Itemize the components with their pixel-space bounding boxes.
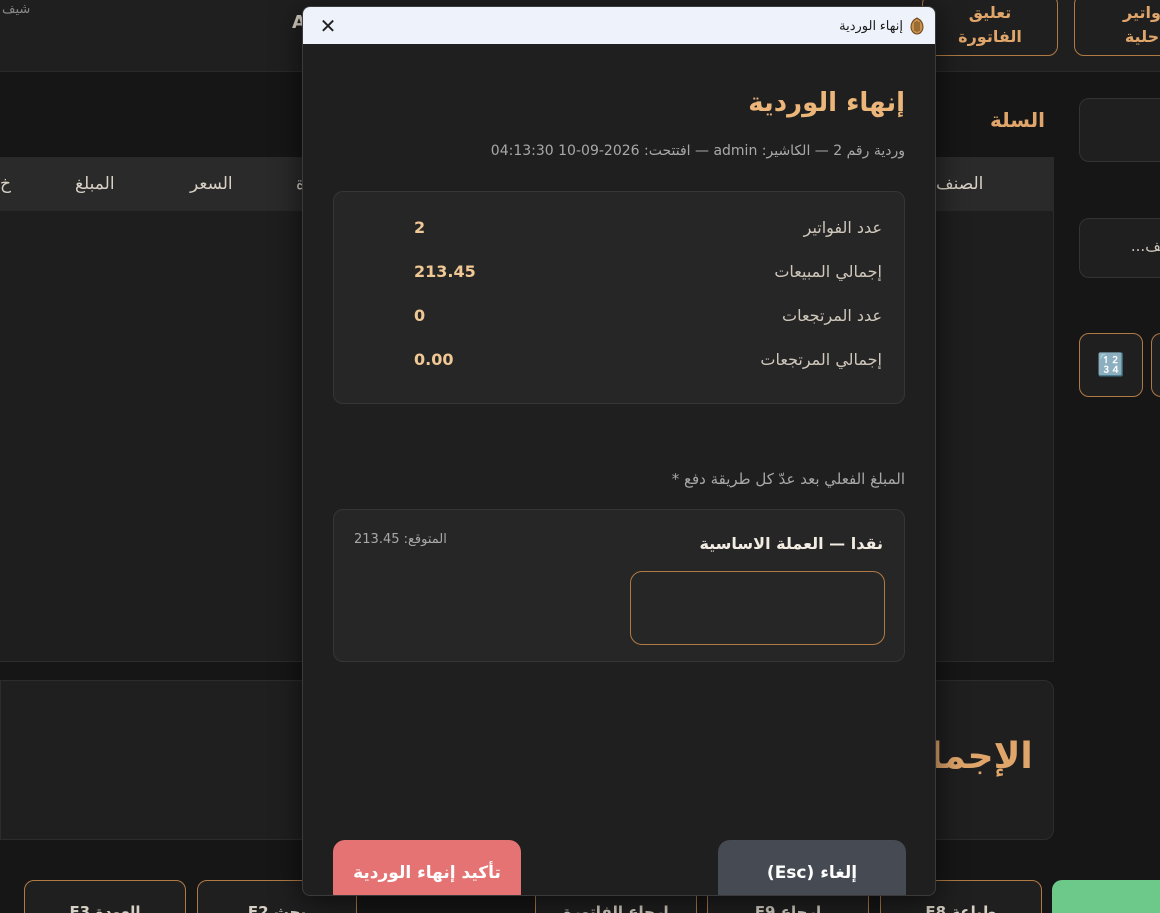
close-icon[interactable]: ✕	[315, 13, 341, 39]
total-label: الإجما	[930, 736, 1033, 777]
stat-label: عدد الفواتير	[803, 218, 882, 237]
local-invoices-line2: حلية	[1124, 27, 1160, 46]
payment-method-name: نقدا — العملة الاساسية	[699, 534, 883, 553]
stat-value: 0	[414, 306, 426, 325]
keypad-button[interactable]: 🔢	[1079, 333, 1143, 397]
stat-row-returns-count: عدد المرتجعات 0	[334, 306, 906, 336]
shift-info: وردية رقم 2 — الكاشير: admin — افتتحت: 2…	[490, 143, 905, 159]
stat-row-returns-total: إجمالي المرتجعات 0.00	[334, 350, 906, 380]
expected-amount: المتوقع: 213.45	[354, 532, 447, 547]
cash-amount-input[interactable]	[630, 571, 885, 645]
keypad-icon: 🔢	[1097, 352, 1125, 378]
window-title: إنهاء الوردية	[839, 17, 903, 33]
stat-row-sales: إجمالي المبيعات 213.45	[334, 262, 906, 292]
end-shift-dialog: ✕ إنهاء الوردية إنهاء الوردية وردية رقم …	[302, 6, 936, 896]
corner-label: شيف	[2, 2, 31, 17]
suspend-invoice-line1: تعليق	[968, 3, 1012, 22]
actual-amount-label: المبلغ الفعلي بعد عدّ كل طريقة دفع *	[671, 470, 905, 488]
local-invoices-button[interactable]: واتير حلية	[1074, 0, 1160, 56]
barcode-input[interactable]	[1079, 98, 1160, 162]
col-edge: خ	[0, 174, 11, 194]
stat-value: 213.45	[414, 262, 476, 281]
col-price: السعر	[190, 174, 233, 194]
col-item: الصنف	[936, 174, 984, 194]
window-titlebar: ✕ إنهاء الوردية	[303, 7, 935, 44]
suspend-invoice-line2: الفاتورة	[958, 27, 1022, 46]
payment-method-card: نقدا — العملة الاساسية المتوقع: 213.45	[333, 509, 905, 662]
item-search-input[interactable]: صنف...	[1079, 218, 1160, 278]
stat-value: 2	[414, 218, 426, 237]
app-logo-icon	[910, 16, 924, 35]
cart-title: السلة	[990, 108, 1046, 132]
stat-row-invoices: عدد الفواتير 2	[334, 218, 906, 248]
col-amount: المبلغ	[75, 174, 115, 194]
back-button[interactable]: F3 العودة	[24, 880, 186, 913]
local-invoices-line1: واتير	[1123, 3, 1160, 22]
dialog-heading: إنهاء الوردية	[748, 88, 905, 118]
pay-button[interactable]	[1052, 880, 1160, 913]
cancel-button[interactable]: إلغاء (Esc)	[718, 840, 906, 895]
confirm-end-shift-button[interactable]: تأكيد إنهاء الوردية	[333, 840, 521, 895]
stat-label: عدد المرتجعات	[782, 306, 882, 325]
side-button[interactable]	[1151, 333, 1160, 397]
stat-label: إجمالي المرتجعات	[760, 350, 882, 369]
shift-summary: عدد الفواتير 2 إجمالي المبيعات 213.45 عد…	[333, 191, 905, 404]
stat-value: 0.00	[414, 350, 454, 369]
window-title-group: إنهاء الوردية	[839, 16, 925, 35]
suspend-invoice-button[interactable]: تعليق الفاتورة	[922, 0, 1058, 56]
stat-label: إجمالي المبيعات	[774, 262, 882, 281]
